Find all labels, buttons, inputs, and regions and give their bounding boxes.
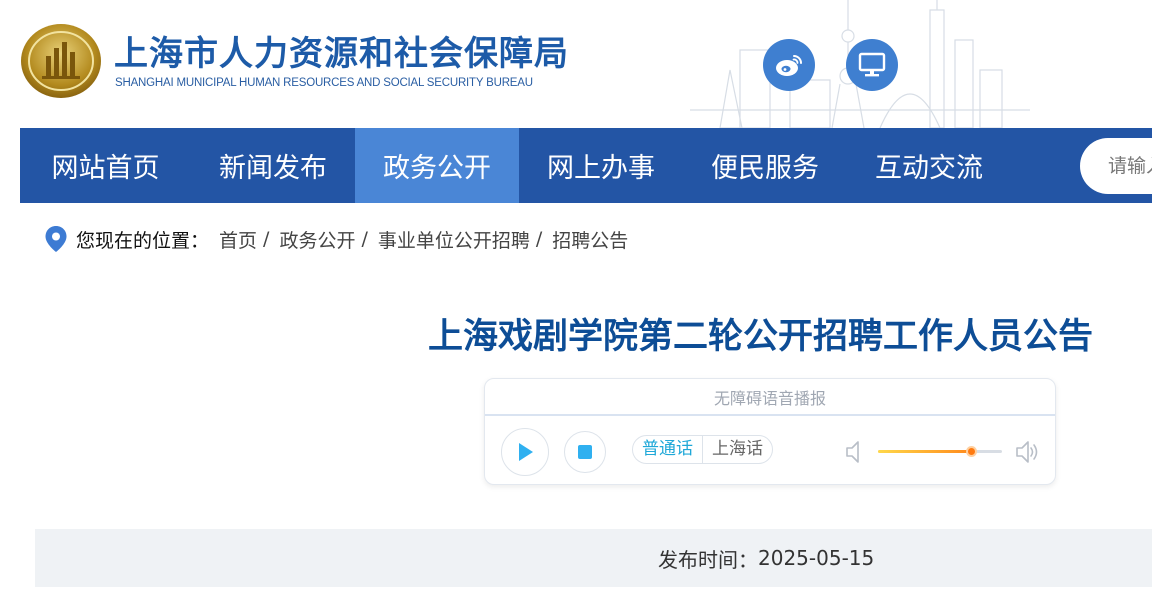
breadcrumb-separator: / (263, 228, 270, 250)
volume-low-icon[interactable] (845, 439, 863, 465)
desktop-monitor-icon (858, 52, 886, 77)
nav-item-public-services[interactable]: 便民服务 (683, 128, 847, 203)
search-input[interactable] (1080, 138, 1152, 194)
play-icon (519, 443, 533, 461)
nav-item-interaction[interactable]: 互动交流 (847, 128, 1011, 203)
accessibility-audio-player: 无障碍语音播报 普通话 上海话 (484, 378, 1056, 485)
language-option-mandarin[interactable]: 普通话 (633, 436, 703, 463)
nav-item-online-services[interactable]: 网上办事 (519, 128, 683, 203)
breadcrumb-separator: / (361, 228, 368, 250)
volume-slider-fill (878, 450, 971, 453)
breadcrumb-label: 您现在的位置： (76, 229, 210, 252)
nav-item-news[interactable]: 新闻发布 (191, 128, 355, 203)
location-pin-icon (45, 226, 67, 252)
volume-slider-handle[interactable] (966, 446, 977, 457)
volume-slider[interactable] (878, 446, 1002, 457)
volume-high-icon[interactable] (1015, 439, 1041, 465)
article-title: 上海戏剧学院第二轮公开招聘工作人员公告 (428, 317, 1094, 357)
breadcrumb: 您现在的位置： 首页 / 政务公开 / 事业单位公开招聘 / 招聘公告 (44, 224, 628, 254)
language-option-shanghainese[interactable]: 上海话 (703, 436, 772, 463)
breadcrumb-item-gov-affairs[interactable]: 政务公开 (279, 226, 355, 253)
breadcrumb-item-home[interactable]: 首页 (219, 226, 257, 253)
site-title: 上海市人力资源和社会保障局 (114, 34, 569, 74)
stop-button[interactable] (564, 431, 606, 473)
breadcrumb-separator: / (535, 228, 543, 250)
government-emblem-icon (21, 24, 101, 98)
breadcrumb-item-announcement[interactable]: 招聘公告 (552, 226, 628, 253)
desktop-version-button[interactable] (846, 39, 898, 91)
nav-item-home[interactable]: 网站首页 (20, 128, 191, 203)
publish-date: 2025-05-15 (758, 546, 875, 570)
publish-time-label: 发布时间： (658, 547, 758, 572)
weibo-button[interactable] (763, 39, 815, 91)
publish-info-bar: 发布时间： 2025-05-15 (35, 529, 1152, 587)
breadcrumb-item-recruitment[interactable]: 事业单位公开招聘 (378, 226, 530, 253)
language-selector: 普通话 上海话 (632, 435, 773, 464)
weibo-icon (776, 55, 802, 76)
site-subtitle: SHANGHAI MUNICIPAL HUMAN RESOURCES AND S… (115, 77, 533, 89)
stop-icon (578, 445, 592, 459)
main-navigation: 网站首页 新闻发布 政务公开 网上办事 便民服务 互动交流 (20, 128, 1152, 203)
site-header: 上海市人力资源和社会保障局 SHANGHAI MUNICIPAL HUMAN R… (0, 0, 1152, 128)
nav-item-gov-affairs[interactable]: 政务公开 (355, 128, 519, 203)
play-button[interactable] (501, 428, 549, 476)
player-header: 无障碍语音播报 (485, 379, 1055, 416)
